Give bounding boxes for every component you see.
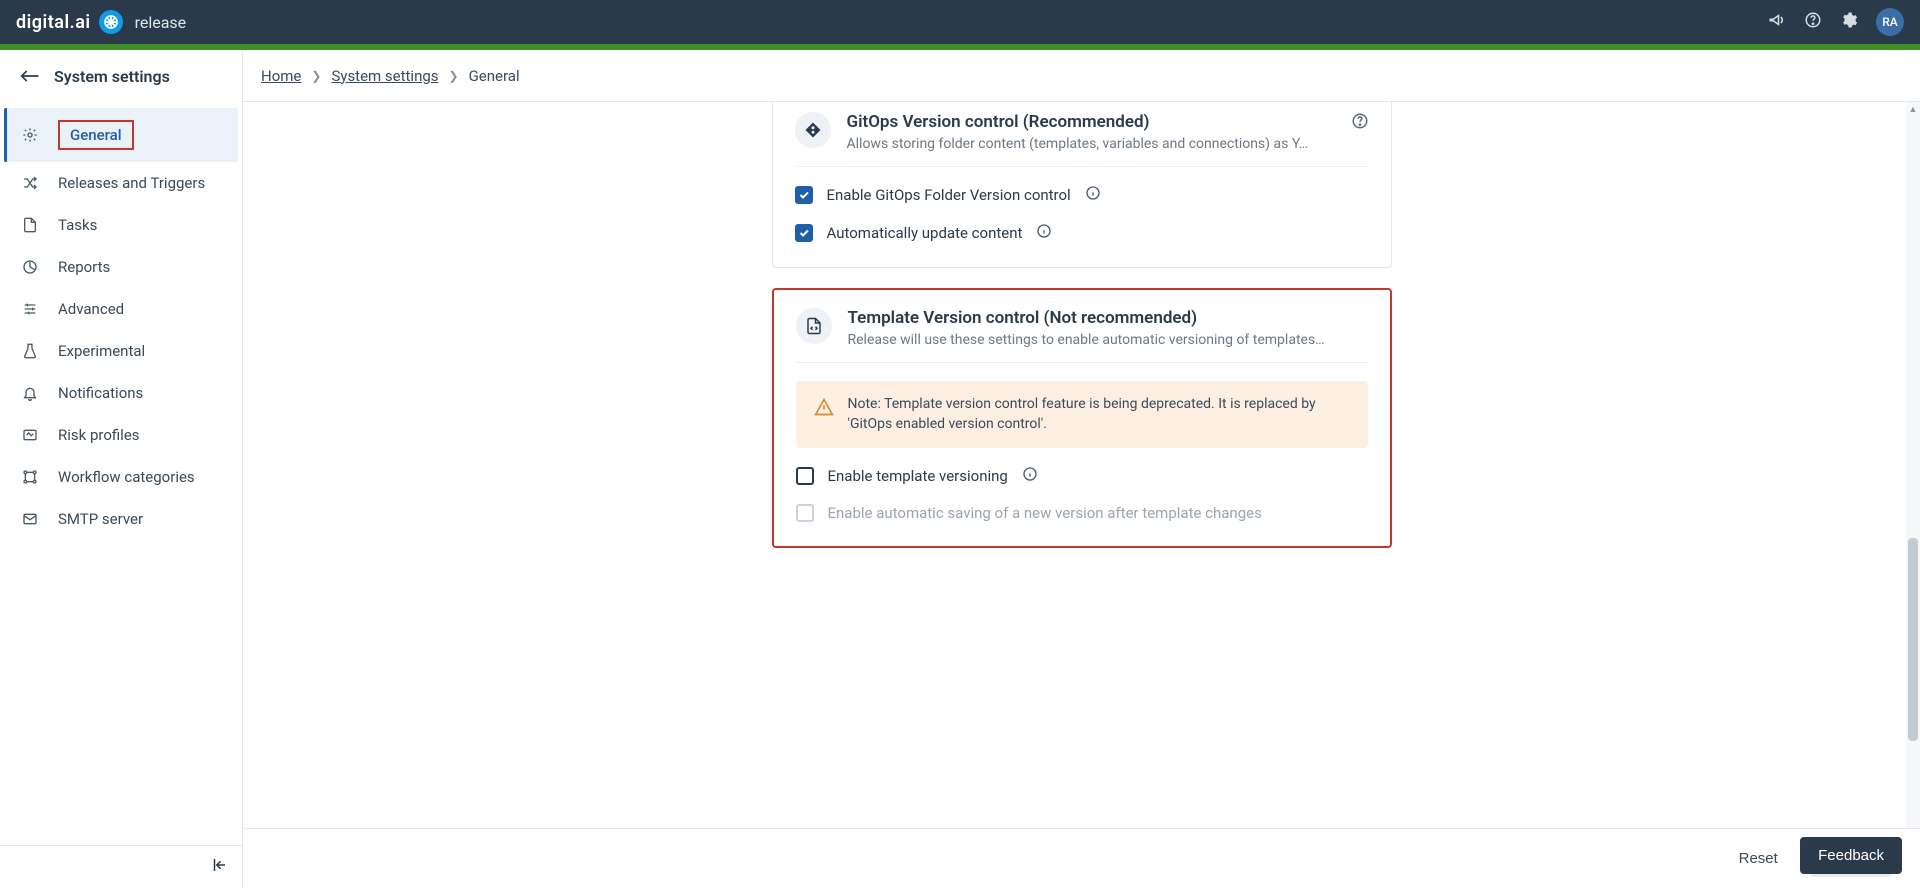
breadcrumb: Home ❯ System settings ❯ General (243, 50, 1920, 102)
check-row-template-auto-save: Enable automatic saving of a new version… (796, 504, 1368, 522)
help-icon[interactable] (1351, 112, 1369, 134)
breadcrumb-general: General (469, 67, 520, 85)
sidebar-item-reports[interactable]: Reports (4, 246, 238, 288)
template-version-card: Template Version control (Not recommende… (772, 288, 1392, 548)
chevron-right-icon: ❯ (311, 69, 321, 83)
warning-icon (814, 397, 834, 421)
chevron-right-icon: ❯ (449, 69, 459, 83)
sidebar-item-advanced[interactable]: Advanced (4, 288, 238, 330)
info-icon[interactable] (1036, 223, 1052, 243)
sidebar-item-smtp-server[interactable]: SMTP server (4, 498, 238, 540)
card-header: GitOps Version control (Recommended) All… (795, 112, 1369, 167)
sidebar: System settings General Releases and Tri… (0, 50, 243, 888)
gitops-icon (795, 112, 831, 148)
back-arrow-icon[interactable] (20, 66, 40, 86)
help-icon[interactable] (1804, 11, 1822, 33)
announcement-icon[interactable] (1768, 11, 1786, 33)
sidebar-item-label: Workflow categories (58, 468, 195, 486)
sidebar-title: System settings (54, 67, 170, 86)
header-actions: RA (1768, 8, 1904, 36)
gitops-card: GitOps Version control (Recommended) All… (772, 102, 1392, 268)
sidebar-item-label: Tasks (58, 216, 97, 234)
sidebar-footer (0, 845, 242, 888)
sidebar-item-label: SMTP server (58, 510, 143, 528)
logo-area[interactable]: digital.ai release (16, 10, 186, 34)
sidebar-item-label: Risk profiles (58, 426, 140, 444)
pie-icon (22, 259, 40, 275)
checkbox-auto-save-template (796, 504, 814, 522)
sidebar-item-risk-profiles[interactable]: Risk profiles (4, 414, 238, 456)
check-label: Enable GitOps Folder Version control (827, 186, 1071, 204)
scroll-up-icon[interactable]: ▲ (1906, 102, 1920, 116)
sidebar-item-label: Releases and Triggers (58, 174, 205, 192)
workflow-icon (22, 469, 40, 485)
logo-icon (99, 10, 123, 34)
check-label: Enable automatic saving of a new version… (828, 504, 1262, 522)
checkbox-enable-template-versioning[interactable] (796, 467, 814, 485)
breadcrumb-system-settings[interactable]: System settings (331, 67, 438, 85)
info-icon[interactable] (1022, 466, 1038, 486)
sidebar-item-releases[interactable]: Releases and Triggers (4, 162, 238, 204)
top-header: digital.ai release RA (0, 0, 1920, 44)
sidebar-item-label: Notifications (58, 384, 143, 402)
card-header: Template Version control (Not recommende… (796, 308, 1368, 363)
check-row-template-enable: Enable template versioning (796, 466, 1368, 486)
info-icon[interactable] (1085, 185, 1101, 205)
shuffle-icon (22, 175, 40, 191)
bell-icon (22, 385, 40, 401)
card-subtitle: Allows storing folder content (templates… (847, 136, 1327, 152)
logo-text: digital.ai (16, 12, 91, 33)
gear-icon[interactable] (1840, 11, 1858, 33)
flask-icon (22, 343, 40, 359)
warning-box: Note: Template version control feature i… (796, 381, 1368, 448)
check-row-gitops-auto: Automatically update content (795, 223, 1369, 243)
check-row-gitops-enable: Enable GitOps Folder Version control (795, 185, 1369, 205)
sidebar-item-label: Advanced (58, 300, 124, 318)
checkbox-enable-gitops[interactable] (795, 186, 813, 204)
sidebar-item-workflow-categories[interactable]: Workflow categories (4, 456, 238, 498)
reset-button[interactable]: Reset (1725, 842, 1792, 875)
mail-icon (22, 511, 40, 527)
content-scroll[interactable]: GitOps Version control (Recommended) All… (243, 102, 1920, 888)
sidebar-title-row: System settings (0, 50, 242, 102)
sidebar-item-label: General (58, 120, 134, 150)
main: Home ❯ System settings ❯ General GitOps … (243, 50, 1920, 888)
file-icon (22, 217, 40, 233)
breadcrumb-home[interactable]: Home (261, 67, 301, 85)
card-subtitle: Release will use these settings to enabl… (848, 332, 1328, 348)
sliders-icon (22, 301, 40, 317)
collapse-sidebar-icon[interactable] (210, 856, 228, 878)
sidebar-item-tasks[interactable]: Tasks (4, 204, 238, 246)
card-title: Template Version control (Not recommende… (848, 308, 1368, 328)
warning-text: Note: Template version control feature i… (848, 395, 1350, 434)
sidebar-item-notifications[interactable]: Notifications (4, 372, 238, 414)
check-label: Enable template versioning (828, 467, 1008, 485)
sidebar-item-label: Experimental (58, 342, 145, 360)
avatar[interactable]: RA (1876, 8, 1904, 36)
checkbox-auto-update[interactable] (795, 224, 813, 242)
template-icon (796, 308, 832, 344)
feedback-button[interactable]: Feedback (1800, 837, 1902, 874)
gear-icon (22, 127, 40, 143)
sidebar-item-general[interactable]: General (4, 108, 238, 162)
footer-bar: Reset Save (243, 828, 1920, 888)
card-title: GitOps Version control (Recommended) (847, 112, 1369, 132)
scrollbar-thumb[interactable] (1908, 538, 1918, 741)
product-name: release (135, 13, 187, 32)
check-label: Automatically update content (827, 224, 1023, 242)
scrollbar[interactable]: ▲ (1906, 102, 1920, 828)
side-nav: General Releases and Triggers Tasks Repo… (0, 102, 242, 845)
sidebar-item-experimental[interactable]: Experimental (4, 330, 238, 372)
sidebar-item-label: Reports (58, 258, 110, 276)
risk-icon (22, 427, 40, 443)
